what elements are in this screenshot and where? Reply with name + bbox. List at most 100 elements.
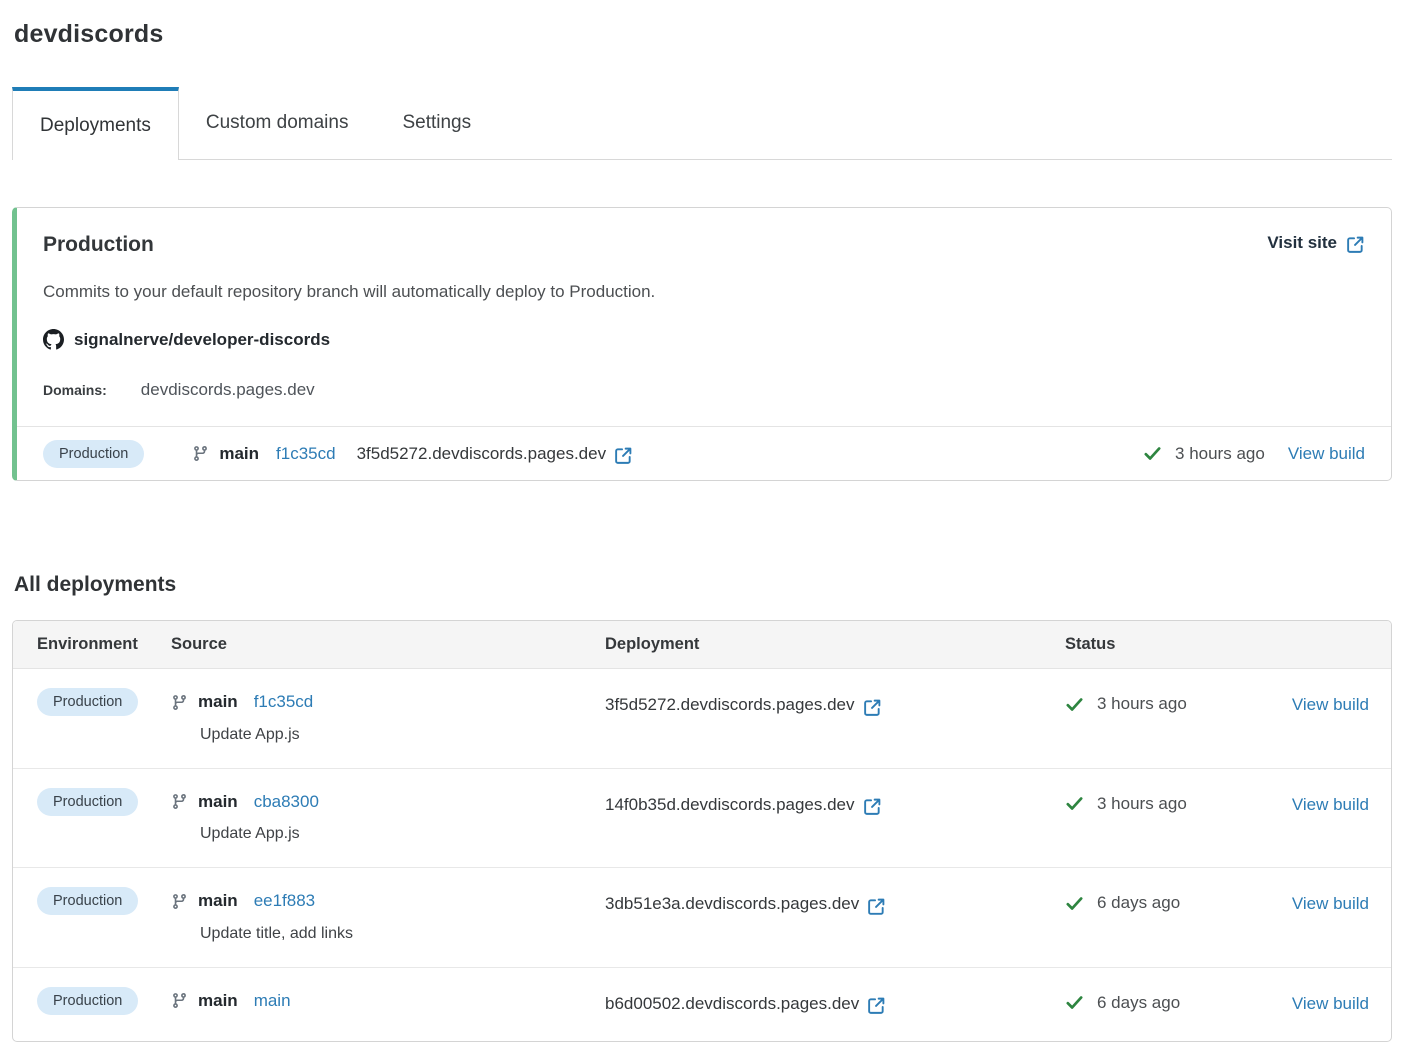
commit-link[interactable]: main <box>254 991 291 1011</box>
view-build-cell: View build <box>1284 792 1369 815</box>
visit-site-link[interactable]: Visit site <box>1267 233 1365 253</box>
deployment-url: 14f0b35d.devdiscords.pages.dev <box>605 794 855 814</box>
production-card-body: Production Visit site Commits to your de… <box>17 208 1391 426</box>
deployment-cell: 14f0b35d.devdiscords.pages.dev <box>605 792 1065 815</box>
tab-deployments[interactable]: Deployments <box>12 87 179 160</box>
status-cell: 3 hours ago <box>1065 692 1284 719</box>
deployment-url: 3f5d5272.devdiscords.pages.dev <box>356 443 607 463</box>
page-title: devdiscords <box>14 20 164 48</box>
environment-cell: Production <box>37 986 171 1015</box>
deployment-cell: 3f5d5272.devdiscords.pages.dev <box>605 692 1065 717</box>
environment-cell: Production <box>37 787 171 816</box>
check-icon <box>1065 993 1084 1012</box>
production-card: Production Visit site Commits to your de… <box>12 207 1392 481</box>
commit-link[interactable]: cba8300 <box>254 792 319 812</box>
deployments-table: Environment Source Deployment Status Pro… <box>12 620 1392 1042</box>
environment-badge: Production <box>37 887 139 915</box>
table-row: Production main ee1f883 Update title, ad… <box>13 867 1391 967</box>
column-header-deployment: Deployment <box>605 635 700 653</box>
domains-value: devdiscords.pages.dev <box>140 380 315 399</box>
git-branch-icon <box>171 893 188 910</box>
tab-custom-domains[interactable]: Custom domains <box>179 87 376 159</box>
deployment-url: 3db51e3a.devdiscords.pages.dev <box>605 894 860 913</box>
external-link-icon[interactable] <box>614 446 633 465</box>
deploy-time: 3 hours ago <box>1097 793 1187 813</box>
source-group: main <box>192 444 259 464</box>
external-link-icon <box>1346 235 1365 254</box>
commit-link[interactable]: f1c35cd <box>254 692 314 712</box>
external-link-icon[interactable] <box>863 797 882 816</box>
check-icon <box>1065 894 1084 913</box>
commit-link[interactable]: ee1f883 <box>254 891 315 911</box>
external-link-icon[interactable] <box>867 897 886 916</box>
environment-badge: Production <box>37 787 139 816</box>
view-build-cell: View build <box>1284 891 1369 914</box>
external-link-icon[interactable] <box>863 698 882 717</box>
page: devdiscords Deployments Custom domains S… <box>0 0 1413 1062</box>
git-branch-icon <box>171 694 188 711</box>
table-header-row: Environment Source Deployment Status <box>13 621 1391 669</box>
table-row: Production main cba8300 Update App.js 14… <box>13 767 1391 868</box>
branch-name: main <box>198 692 238 711</box>
source-cell: main cba8300 Update App.js <box>171 792 605 844</box>
view-build-link[interactable]: View build <box>1292 894 1369 913</box>
environment-badge: Production <box>37 688 139 716</box>
deploy-time: 3 hours ago <box>1097 694 1187 713</box>
table-body: Production main f1c35cd Update App.js 3f… <box>13 669 1391 1041</box>
deployment-url: 3f5d5272.devdiscords.pages.dev <box>605 695 855 714</box>
external-link-icon[interactable] <box>867 996 886 1015</box>
column-header-environment: Environment <box>37 635 138 653</box>
commit-message: Update App.js <box>200 725 300 743</box>
environment-cell: Production <box>37 887 171 915</box>
all-deployments-title: All deployments <box>14 573 177 596</box>
deploy-time: 6 days ago <box>1097 992 1181 1012</box>
branch-name: main <box>198 990 238 1010</box>
deployment-cell: b6d00502.devdiscords.pages.dev <box>605 991 1065 1014</box>
column-header-status: Status <box>1065 635 1116 653</box>
source-cell: main f1c35cd Update App.js <box>171 692 605 744</box>
environment-badge: Production <box>37 986 139 1015</box>
branch-name: main <box>198 891 238 910</box>
commit-message: Update App.js <box>200 825 300 842</box>
github-repo-name: signalnerve/developer-discords <box>74 329 331 349</box>
commit-message: Update title, add links <box>200 924 353 942</box>
status-cell: 3 hours ago <box>1065 792 1284 819</box>
status-cell: 6 days ago <box>1065 891 1284 918</box>
git-branch-icon <box>192 445 209 462</box>
view-build-cell: View build <box>1284 692 1369 715</box>
source-cell: main main <box>171 991 605 1015</box>
check-icon <box>1065 695 1084 714</box>
table-row: Production main f1c35cd Update App.js 3f… <box>13 669 1391 768</box>
git-branch-icon <box>171 992 188 1009</box>
source-cell: main ee1f883 Update title, add links <box>171 891 605 943</box>
latest-deployment-row: Production main f1c35cd 3f5d5272.devdisc… <box>17 426 1391 480</box>
visit-site-label: Visit site <box>1267 233 1337 252</box>
status-group: 3 hours ago <box>1143 444 1265 464</box>
deployment-url-group: 3f5d5272.devdiscords.pages.dev <box>357 444 634 464</box>
github-repo-link[interactable]: signalnerve/developer-discords <box>43 329 330 350</box>
environment-badge: Production <box>43 439 145 468</box>
commit-link[interactable]: f1c35cd <box>276 444 336 464</box>
domains-row: Domains: devdiscords.pages.dev <box>43 380 1365 400</box>
deploy-time: 3 hours ago <box>1175 443 1265 463</box>
deploy-time: 6 days ago <box>1097 893 1181 912</box>
github-logo-icon <box>43 329 64 350</box>
branch-name: main <box>219 443 260 463</box>
view-build-link[interactable]: View build <box>1288 444 1365 464</box>
tab-bar: Deployments Custom domains Settings <box>12 87 1392 160</box>
check-icon <box>1143 444 1162 463</box>
git-branch-icon <box>171 793 188 810</box>
view-build-cell: View build <box>1284 991 1369 1014</box>
domains-label: Domains: <box>43 382 107 398</box>
check-icon <box>1065 794 1084 813</box>
view-build-link[interactable]: View build <box>1292 795 1369 814</box>
environment-cell: Production <box>37 688 171 716</box>
deployment-cell: 3db51e3a.devdiscords.pages.dev <box>605 891 1065 916</box>
column-header-source: Source <box>171 635 227 653</box>
production-card-title: Production <box>43 233 154 256</box>
view-build-link[interactable]: View build <box>1292 695 1369 714</box>
view-build-link[interactable]: View build <box>1292 994 1369 1013</box>
deployment-url: b6d00502.devdiscords.pages.dev <box>605 993 860 1013</box>
status-cell: 6 days ago <box>1065 991 1284 1018</box>
tab-settings[interactable]: Settings <box>375 87 498 159</box>
